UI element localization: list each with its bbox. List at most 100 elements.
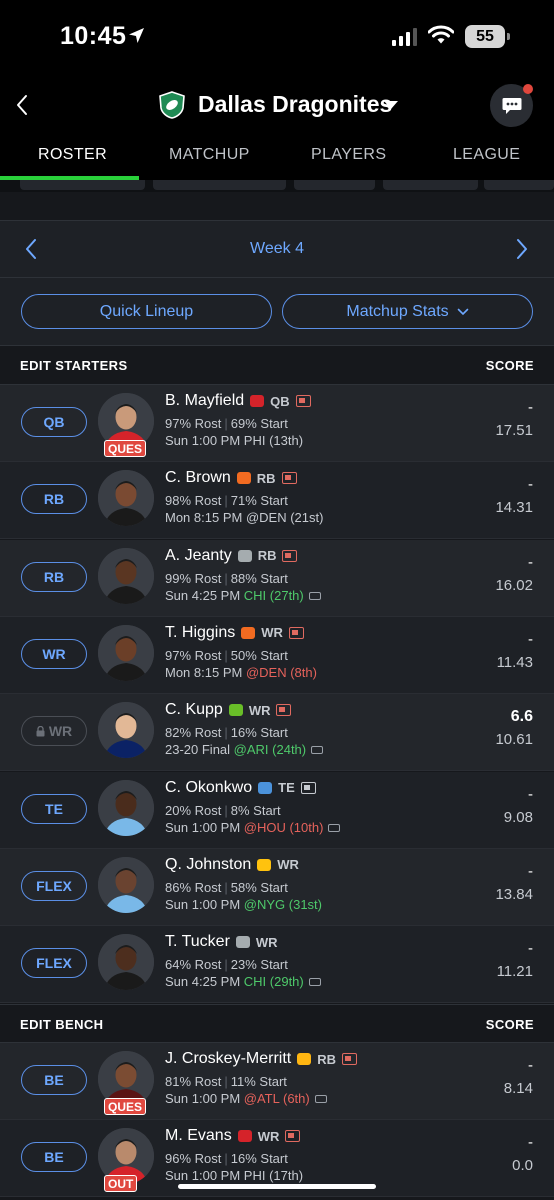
next-week-chevron-icon[interactable]	[515, 238, 529, 260]
player-row[interactable]: QB QUES B. Mayfield QB 97% Rost | 69% Star…	[0, 385, 554, 462]
stadium-icon	[308, 978, 321, 987]
player-name[interactable]: Q. Johnston	[165, 856, 251, 874]
news-icon[interactable]	[342, 1053, 358, 1065]
projected-score: 0.0	[512, 1157, 533, 1175]
player-name[interactable]: T. Tucker	[165, 933, 230, 951]
news-icon[interactable]	[295, 395, 311, 407]
cellular-signal-icon	[392, 28, 417, 46]
lineup-slot-button[interactable]: WR	[21, 638, 87, 669]
news-icon[interactable]	[282, 549, 298, 562]
tab-league[interactable]: LEAGUE	[453, 146, 520, 164]
lineup-slot-button[interactable]: BE	[21, 1142, 87, 1173]
player-name[interactable]: C. Okonkwo	[165, 779, 252, 797]
tab-players[interactable]: PLAYERS	[311, 146, 386, 164]
score-column-label: SCORE	[485, 358, 534, 373]
tab-bar: ROSTER MATCHUP PLAYERS LEAGUE	[0, 135, 554, 180]
player-position: RB	[317, 1051, 337, 1067]
week-label[interactable]: Week 4	[0, 240, 554, 258]
news-icon[interactable]	[285, 1130, 301, 1143]
slot-label: FLEX	[36, 877, 72, 894]
lineup-slot-button[interactable]: WR	[21, 716, 87, 747]
lineup-slot-button[interactable]: TE	[21, 793, 87, 824]
team-logo-icon	[258, 781, 273, 794]
team-logo-icon	[236, 472, 251, 485]
player-row[interactable]: FLEX T. Tucker WR 64% Rost | 23% Start Sun…	[0, 926, 554, 1004]
rostered-pct: 64% Rost	[165, 957, 222, 973]
player-name[interactable]: M. Evans	[165, 1127, 232, 1145]
player-position: WR	[255, 934, 278, 950]
lineup-slot-button[interactable]: QB	[21, 407, 87, 437]
started-pct: 88% Start	[230, 570, 288, 586]
player-name[interactable]: B. Mayfield	[165, 392, 244, 410]
lineup-slot-button[interactable]: FLEX	[21, 870, 87, 901]
game-info-line: Sun 4:25 PM CHI (29th)	[165, 974, 321, 989]
wifi-icon	[428, 25, 454, 44]
player-name-line: T. Tucker WR	[165, 933, 278, 951]
slot-label: TE	[45, 800, 63, 817]
player-name[interactable]: T. Higgins	[165, 624, 235, 642]
quick-lineup-button[interactable]: Quick Lineup	[21, 294, 272, 329]
rostered-pct: 97% Rost	[165, 416, 222, 431]
quick-lineup-label: Quick Lineup	[99, 302, 194, 320]
player-row[interactable]: BE QUES J. Croskey-Merritt RB 81% Rost | 1…	[0, 1043, 554, 1120]
stadium-icon	[328, 823, 341, 832]
slot-label: RB	[43, 491, 65, 508]
rostered-pct: 86% Rost	[165, 879, 222, 895]
edit-bench-label[interactable]: EDIT BENCH	[20, 1017, 103, 1032]
player-name[interactable]: J. Croskey-Merritt	[165, 1050, 291, 1068]
team-shield-logo	[159, 91, 185, 119]
lineup-slot-button[interactable]: FLEX	[21, 948, 87, 979]
team-logo-icon	[297, 1053, 312, 1065]
started-pct: 71% Start	[230, 493, 288, 509]
team-logo-icon	[241, 626, 256, 639]
news-icon[interactable]	[281, 472, 297, 485]
projected-score: 11.43	[496, 653, 533, 671]
app-header: Dallas Dragonites	[0, 75, 554, 135]
player-name-line: C. Okonkwo TE	[165, 779, 316, 797]
player-name[interactable]: C. Brown	[165, 469, 231, 487]
rostered-pct: 82% Rost	[165, 725, 222, 741]
lineup-slot-button[interactable]: RB	[21, 484, 87, 515]
player-row[interactable]: TE C. Okonkwo TE 20% Rost | 8% Start Sun 1…	[0, 771, 554, 849]
player-row[interactable]: WR T. Higgins WR 97% Rost | 50% Start Mon …	[0, 616, 554, 694]
tab-roster[interactable]: ROSTER	[38, 146, 107, 164]
team-logo-icon	[237, 1130, 252, 1143]
projected-score: 8.14	[503, 1080, 533, 1097]
team-logo-icon	[228, 704, 243, 717]
status-bar: 10:45 55	[0, 0, 554, 75]
projected-score: 9.08	[503, 808, 533, 826]
tab-matchup[interactable]: MATCHUP	[169, 146, 250, 164]
player-row[interactable]: RB C. Brown RB 98% Rost | 71% Start Mon 8:…	[0, 462, 554, 540]
matchup-stats-button[interactable]: Matchup Stats	[282, 294, 533, 329]
slot-label: WR	[42, 645, 66, 662]
chat-button[interactable]	[490, 84, 533, 127]
player-row[interactable]: WR C. Kupp WR 82% Rost | 16% Start 23-20 F…	[0, 694, 554, 772]
actual-score: 6.6	[510, 708, 533, 726]
matchup-stats-label: Matchup Stats	[346, 302, 449, 320]
opponent-rank: @ATL (6th)	[243, 1091, 310, 1106]
news-icon[interactable]	[300, 781, 316, 794]
started-pct: 58% Start	[230, 879, 288, 895]
player-row[interactable]: FLEX Q. Johnston WR 86% Rost | 58% Start S…	[0, 848, 554, 926]
team-title[interactable]: Dallas Dragonites	[198, 91, 392, 118]
player-name[interactable]: A. Jeanty	[165, 547, 232, 565]
projected-score: 17.51	[495, 422, 533, 439]
lineup-slot-button[interactable]: BE	[21, 1065, 87, 1095]
opponent-rank: @DEN (8th)	[245, 664, 317, 680]
lineup-slot-button[interactable]: RB	[21, 561, 87, 592]
game-info-line: Mon 8:15 PM @DEN (21st)	[165, 510, 323, 525]
game-time: Sun 1:00 PM	[165, 1091, 241, 1106]
back-chevron-icon[interactable]	[14, 93, 32, 117]
player-row[interactable]: RB A. Jeanty RB 99% Rost | 88% Start Sun 4…	[0, 539, 554, 617]
team-switcher-caret-icon[interactable]	[384, 101, 398, 109]
projected-score: 13.84	[495, 885, 533, 903]
edit-starters-label[interactable]: EDIT STARTERS	[20, 358, 128, 373]
news-icon[interactable]	[276, 704, 292, 717]
projected-score: 14.31	[495, 499, 533, 517]
actual-score: -	[528, 785, 533, 803]
news-icon[interactable]	[288, 626, 304, 639]
player-name-line: M. Evans WR	[165, 1127, 301, 1145]
location-arrow-icon	[129, 28, 144, 43]
player-name[interactable]: C. Kupp	[165, 701, 223, 719]
started-pct: 16% Start	[230, 725, 288, 741]
